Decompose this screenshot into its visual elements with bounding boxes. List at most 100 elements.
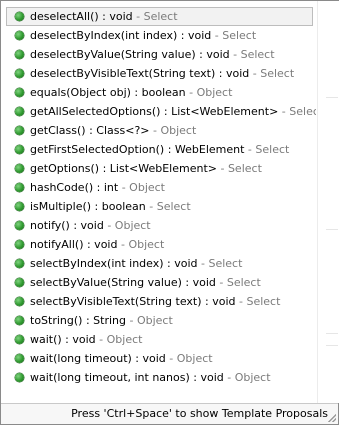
proposal-signature: hashCode() : int bbox=[30, 181, 119, 194]
proposal-signature: selectByIndex(int index) : void bbox=[30, 257, 198, 270]
proposal-separator: - bbox=[132, 10, 144, 23]
proposal-owner: Select bbox=[246, 295, 281, 308]
proposal-owner: Object bbox=[106, 333, 143, 346]
proposal-item[interactable]: getAllSelectedOptions() : List<WebElemen… bbox=[2, 102, 316, 121]
proposal-signature: wait(long timeout, int nanos) : void bbox=[30, 371, 224, 384]
proposal-owner: Object bbox=[196, 86, 233, 99]
proposal-item[interactable]: wait(long timeout, int nanos) : void - O… bbox=[2, 368, 316, 387]
proposal-separator: - bbox=[185, 86, 197, 99]
proposal-item[interactable]: getClass() : Class<?> - Object bbox=[2, 121, 316, 140]
proposal-list[interactable]: deselectAll() : void - Select deselectByI… bbox=[2, 7, 316, 402]
proposal-signature: wait(long timeout) : void bbox=[30, 352, 166, 365]
proposal-separator: - bbox=[223, 371, 235, 384]
status-bar: Press 'Ctrl+Space' to show Template Prop… bbox=[1, 403, 338, 424]
proposal-signature: equals(Object obj) : boolean bbox=[30, 86, 186, 99]
proposal-separator: - bbox=[211, 29, 223, 42]
public-method-icon bbox=[15, 316, 24, 325]
proposal-separator: - bbox=[244, 143, 256, 156]
side-strip-mark bbox=[326, 97, 338, 98]
proposal-owner: Select bbox=[260, 67, 295, 80]
proposal-separator: - bbox=[118, 181, 130, 194]
proposal-item[interactable]: isMultiple() : boolean - Select bbox=[2, 197, 316, 216]
proposal-item[interactable]: notifyAll() : void - Object bbox=[2, 235, 316, 254]
public-method-icon bbox=[15, 31, 24, 40]
proposal-owner: Object bbox=[160, 124, 197, 137]
proposal-owner: Select bbox=[255, 143, 290, 156]
side-strip-mark bbox=[326, 229, 338, 230]
proposal-signature: deselectByVisibleText(String text) : voi… bbox=[30, 67, 250, 80]
proposal-separator: - bbox=[149, 124, 161, 137]
proposal-separator: - bbox=[103, 219, 115, 232]
proposal-item[interactable]: selectByValue(String value) : void - Sel… bbox=[2, 273, 316, 292]
proposal-item[interactable]: deselectByVisibleText(String text) : voi… bbox=[2, 64, 316, 83]
proposal-signature: getOptions() : List<WebElement> bbox=[30, 162, 217, 175]
proposal-separator: - bbox=[216, 162, 228, 175]
proposal-signature: deselectAll() : void bbox=[30, 10, 133, 23]
public-method-icon bbox=[15, 354, 24, 363]
public-method-icon bbox=[15, 259, 24, 268]
proposal-item[interactable]: selectByIndex(int index) : void - Select bbox=[2, 254, 316, 273]
proposal-separator: - bbox=[165, 352, 177, 365]
proposal-separator: - bbox=[278, 105, 290, 118]
proposal-owner: Object bbox=[114, 219, 151, 232]
proposal-signature: deselectByIndex(int index) : void bbox=[30, 29, 212, 42]
proposal-owner: Select bbox=[208, 257, 243, 270]
public-method-icon bbox=[15, 107, 24, 116]
proposal-separator: - bbox=[125, 314, 137, 327]
proposal-signature: isMultiple() : boolean bbox=[30, 200, 146, 213]
proposal-signature: selectByValue(String value) : void bbox=[30, 276, 216, 289]
proposal-signature: selectByVisibleText(String text) : void bbox=[30, 295, 236, 308]
public-method-icon bbox=[15, 202, 24, 211]
proposal-item[interactable]: deselectAll() : void - Select bbox=[6, 7, 313, 26]
proposal-owner: Object bbox=[136, 314, 173, 327]
proposal-owner: Select bbox=[289, 105, 316, 118]
side-strip-mark bbox=[326, 345, 338, 346]
proposal-separator: - bbox=[235, 295, 247, 308]
public-method-icon bbox=[15, 12, 24, 21]
proposal-item[interactable]: selectByVisibleText(String text) : void … bbox=[2, 292, 316, 311]
proposal-signature: getFirstSelectedOption() : WebElement bbox=[30, 143, 245, 156]
proposal-item[interactable]: wait() : void - Object bbox=[2, 330, 316, 349]
public-method-icon bbox=[15, 297, 24, 306]
proposal-owner: Select bbox=[227, 162, 262, 175]
proposal-owner: Select bbox=[226, 276, 261, 289]
proposal-owner: Object bbox=[128, 238, 165, 251]
public-method-icon bbox=[15, 278, 24, 287]
proposal-separator: - bbox=[145, 200, 157, 213]
proposal-item[interactable]: deselectByValue(String value) : void - S… bbox=[2, 45, 316, 64]
side-strip-mark bbox=[326, 333, 338, 334]
proposal-signature: notifyAll() : void bbox=[30, 238, 118, 251]
proposal-signature: getClass() : Class<?> bbox=[30, 124, 150, 137]
proposal-item[interactable]: notify() : void - Object bbox=[2, 216, 316, 235]
public-method-icon bbox=[15, 335, 24, 344]
proposal-item[interactable]: wait(long timeout) : void - Object bbox=[2, 349, 316, 368]
proposal-owner: Select bbox=[240, 48, 275, 61]
proposal-separator: - bbox=[95, 333, 107, 346]
proposal-owner: Select bbox=[156, 200, 191, 213]
proposal-item[interactable]: deselectByIndex(int index) : void - Sele… bbox=[2, 26, 316, 45]
proposal-separator: - bbox=[229, 48, 241, 61]
public-method-icon bbox=[15, 126, 24, 135]
public-method-icon bbox=[15, 69, 24, 78]
proposal-separator: - bbox=[215, 276, 227, 289]
proposal-owner: Select bbox=[222, 29, 257, 42]
content-assist-popup: deselectAll() : void - Select deselectByI… bbox=[0, 0, 339, 425]
public-method-icon bbox=[15, 240, 24, 249]
template-proposals-hint: Press 'Ctrl+Space' to show Template Prop… bbox=[71, 407, 328, 420]
public-method-icon bbox=[15, 221, 24, 230]
public-method-icon bbox=[15, 88, 24, 97]
public-method-icon bbox=[15, 145, 24, 154]
proposal-separator: - bbox=[117, 238, 129, 251]
proposal-item[interactable]: hashCode() : int - Object bbox=[2, 178, 316, 197]
proposal-item[interactable]: equals(Object obj) : boolean - Object bbox=[2, 83, 316, 102]
proposal-item[interactable]: getFirstSelectedOption() : WebElement - … bbox=[2, 140, 316, 159]
proposal-item[interactable]: getOptions() : List<WebElement> - Select bbox=[2, 159, 316, 178]
public-method-icon bbox=[15, 50, 24, 59]
public-method-icon bbox=[15, 183, 24, 192]
proposal-signature: deselectByValue(String value) : void bbox=[30, 48, 230, 61]
resize-grip-icon[interactable] bbox=[328, 414, 336, 422]
proposal-item[interactable]: toString() : String - Object bbox=[2, 311, 316, 330]
public-method-icon bbox=[15, 164, 24, 173]
proposal-signature: getAllSelectedOptions() : List<WebElemen… bbox=[30, 105, 279, 118]
proposal-separator: - bbox=[197, 257, 209, 270]
